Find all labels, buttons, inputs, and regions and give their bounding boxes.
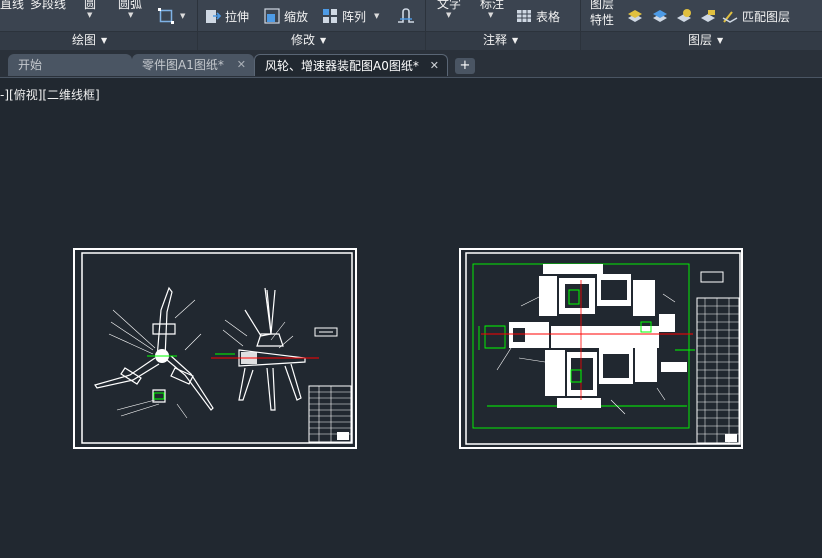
layers-panel-expand-icon: ▼	[717, 36, 724, 45]
layers-panel-title[interactable]: 图层 ▼	[688, 32, 723, 48]
layers-panel-title-text: 图层	[688, 33, 713, 47]
draw-panel-title[interactable]: 绘图 ▼	[72, 32, 107, 48]
array-icon	[322, 8, 338, 24]
table-label: 表格	[536, 9, 561, 24]
annotation-panel-title-text: 注释	[483, 33, 508, 47]
match-layer-button[interactable]: 匹配图层	[722, 6, 790, 26]
tab-part-drawing-label: 零件图A1图纸*	[142, 58, 224, 72]
tab-start[interactable]: 开始	[8, 54, 132, 76]
tab-part-drawing[interactable]: 零件图A1图纸* ✕	[132, 54, 254, 76]
array-dropdown-icon[interactable]: ▼	[374, 12, 379, 20]
arc-button[interactable]: 圆弧	[118, 0, 142, 11]
ribbon: 直线 多段线 圆 ▼ 圆弧 ▼ ▼ 拉伸 缩放 阵列 ▼ 文字 ▼ 标注 ▼ 表…	[0, 0, 822, 50]
parts-drawing-graphics	[81, 252, 353, 444]
layer-isolate-icon[interactable]	[652, 8, 668, 24]
circle-dropdown-icon[interactable]: ▼	[87, 11, 92, 19]
tab-assembly-drawing[interactable]: 风轮、增速器装配图A0图纸* ✕	[254, 54, 448, 76]
rectangle-dropdown-icon[interactable]: ▼	[180, 12, 185, 20]
layer-properties-button[interactable]: 图层	[590, 0, 614, 11]
polyline-button[interactable]: 多段线	[30, 0, 66, 11]
layer-freeze-icon[interactable]	[676, 8, 692, 24]
modify-panel-title[interactable]: 修改 ▼	[291, 32, 326, 48]
dimension-button[interactable]: 标注	[480, 0, 504, 11]
arc-dropdown-icon[interactable]: ▼	[128, 11, 133, 19]
circle-button[interactable]: 圆	[84, 0, 96, 11]
modify-panel-title-text: 修改	[291, 33, 316, 47]
tab-start-label: 开始	[18, 58, 43, 72]
draw-panel-title-text: 绘图	[72, 33, 97, 47]
match-layer-icon	[722, 8, 738, 24]
array-button[interactable]: 阵列 ▼	[322, 6, 379, 26]
close-icon[interactable]: ✕	[237, 54, 246, 76]
rectangle-icon[interactable]	[158, 8, 174, 24]
stretch-icon	[205, 8, 222, 24]
table-icon	[516, 8, 532, 24]
close-icon[interactable]: ✕	[430, 55, 439, 77]
dimension-dropdown-icon[interactable]: ▼	[488, 11, 493, 19]
scale-button[interactable]: 缩放	[264, 6, 308, 26]
annotation-panel-expand-icon: ▼	[512, 36, 519, 45]
new-tab-button[interactable]: +	[455, 58, 475, 74]
join-icon[interactable]	[397, 8, 415, 24]
tab-assembly-drawing-label: 风轮、增速器装配图A0图纸*	[265, 59, 419, 73]
layer-lock-icon[interactable]	[700, 8, 716, 24]
stretch-label: 拉伸	[225, 9, 250, 24]
line-button[interactable]: 直线	[0, 0, 24, 11]
scale-icon	[264, 8, 280, 24]
text-button[interactable]: 文字	[437, 0, 461, 11]
draw-panel-expand-icon: ▼	[101, 36, 108, 45]
table-button[interactable]: 表格	[516, 6, 560, 26]
layer-states-icon[interactable]	[627, 8, 643, 24]
scale-label: 缩放	[284, 9, 309, 24]
stretch-button[interactable]: 拉伸	[205, 6, 249, 26]
viewport-controls-label[interactable]: -][俯视][二维线框]	[0, 86, 100, 103]
array-label: 阵列	[342, 9, 367, 24]
layer-properties-label-2[interactable]: 特性	[590, 13, 614, 27]
file-tab-bar: 开始 零件图A1图纸* ✕ 风轮、增速器装配图A0图纸* ✕ +	[0, 50, 822, 78]
drawing-sheet-assembly[interactable]	[459, 248, 743, 449]
text-dropdown-icon[interactable]: ▼	[446, 11, 451, 19]
annotation-panel-title[interactable]: 注释 ▼	[483, 32, 518, 48]
match-layer-label: 匹配图层	[742, 9, 791, 24]
drawing-sheet-parts[interactable]	[73, 248, 357, 449]
assembly-drawing-graphics	[465, 252, 741, 445]
modify-panel-expand-icon: ▼	[320, 36, 327, 45]
